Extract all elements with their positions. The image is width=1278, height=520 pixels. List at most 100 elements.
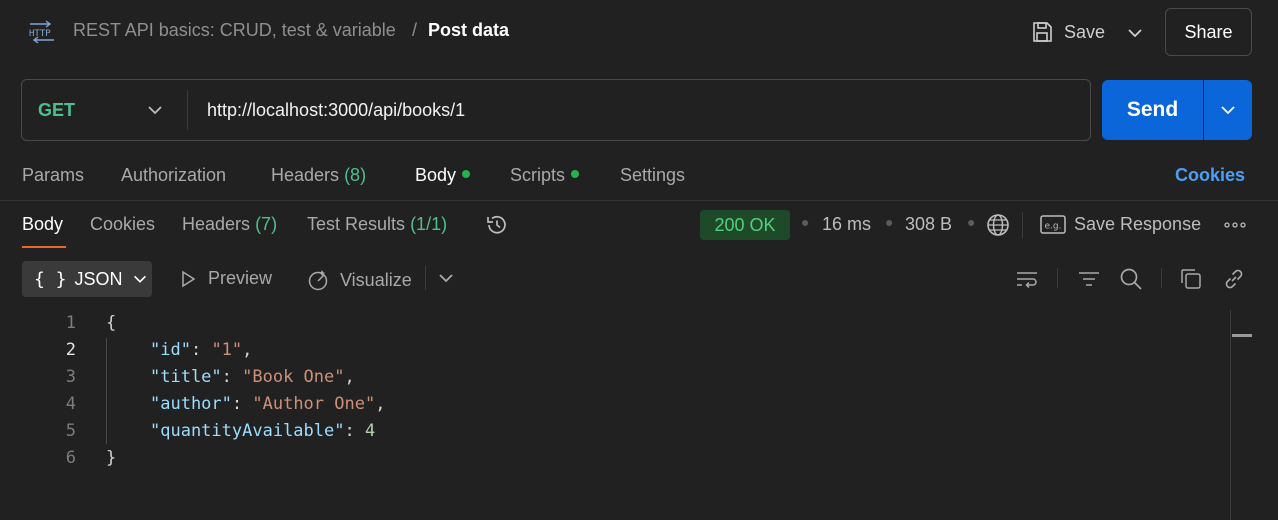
chevron-down-icon[interactable]: [145, 100, 165, 120]
save-response-button[interactable]: Save Response: [1074, 214, 1201, 235]
tab-settings[interactable]: Settings: [620, 165, 685, 186]
globe-icon[interactable]: [985, 212, 1011, 238]
indent-guide: [106, 338, 107, 444]
history-icon[interactable]: [484, 212, 510, 238]
line-number: 4: [65, 394, 76, 414]
meta-separator: ●: [885, 214, 894, 230]
braces-icon: { }: [34, 268, 67, 290]
line-number: 1: [65, 313, 76, 333]
json-key: "author": [150, 394, 232, 414]
json-comma: ,: [242, 340, 253, 360]
tab-body[interactable]: Body: [415, 165, 471, 186]
more-options-icon[interactable]: [1222, 214, 1248, 236]
response-time[interactable]: 16 ms: [822, 214, 871, 235]
json-key: "quantityAvailable": [150, 421, 345, 441]
meta-separator: ●: [801, 214, 810, 230]
svg-text:HTTP: HTTP: [29, 29, 51, 39]
svg-text:e.g.: e.g.: [1045, 222, 1062, 232]
divider: [187, 90, 188, 130]
scrollbar[interactable]: [1230, 310, 1231, 520]
code-line: "author": "Author One",: [150, 394, 385, 414]
tab-label: Test Results: [307, 214, 406, 234]
json-key: "title": [150, 367, 222, 387]
tab-count: (1/1): [410, 214, 448, 234]
tab-label: Authorization: [121, 165, 227, 185]
response-size[interactable]: 308 B: [905, 214, 952, 235]
save-button[interactable]: Save: [1030, 18, 1105, 46]
tab-label: Cookies: [90, 214, 156, 234]
scrollbar-thumb[interactable]: [1232, 334, 1252, 337]
tab-label: Body: [415, 165, 457, 185]
code-line: }: [106, 448, 117, 468]
response-code-view[interactable]: 1 2 3 4 5 6 { "id": "1", "title": "Book …: [0, 310, 1230, 520]
word-wrap-icon[interactable]: [1014, 266, 1040, 292]
chevron-down-icon: [133, 275, 146, 283]
code-line: {: [106, 313, 117, 333]
chevron-down-icon[interactable]: [1124, 22, 1146, 44]
json-key: "id": [150, 340, 191, 360]
code-line: "quantityAvailable": 4: [150, 421, 375, 441]
visualize-label: Visualize: [340, 269, 412, 290]
format-select[interactable]: { } JSON: [22, 261, 152, 297]
json-colon: :: [344, 421, 365, 441]
json-colon: :: [221, 367, 243, 387]
tab-params[interactable]: Params: [22, 165, 84, 186]
chevron-down-icon[interactable]: [436, 268, 456, 288]
example-icon: e.g.: [1040, 215, 1066, 234]
meta-separator: ●: [967, 214, 976, 230]
divider: [1057, 268, 1058, 288]
divider: [1161, 268, 1162, 288]
visualize-button[interactable]: Visualize: [306, 268, 412, 292]
tab-count: (8): [344, 165, 367, 185]
tab-label: Headers: [182, 214, 251, 234]
breadcrumb-separator: /: [412, 20, 418, 40]
method-select[interactable]: GET: [38, 100, 75, 121]
response-tab-cookies[interactable]: Cookies: [90, 214, 155, 235]
play-icon: [182, 270, 196, 287]
divider: [425, 266, 426, 290]
status-badge[interactable]: 200 OK: [700, 210, 790, 240]
response-tab-body[interactable]: Body: [22, 214, 63, 235]
json-colon: :: [190, 340, 212, 360]
line-number: 2: [65, 340, 76, 360]
tab-scripts[interactable]: Scripts: [510, 165, 580, 186]
breadcrumb-parent[interactable]: REST API basics: CRUD, test & variable: [73, 20, 396, 41]
status-dot: [571, 170, 580, 179]
code-line: "title": "Book One",: [150, 367, 355, 387]
line-number: 3: [65, 367, 76, 387]
send-dropdown-button[interactable]: [1204, 80, 1252, 140]
format-label: JSON: [74, 268, 123, 289]
preview-label: Preview: [208, 268, 273, 288]
divider: [0, 200, 1278, 201]
copy-icon[interactable]: [1178, 266, 1204, 292]
response-tab-headers[interactable]: Headers (7): [182, 214, 277, 235]
tab-count: (7): [255, 214, 278, 234]
cookies-link[interactable]: Cookies: [1175, 165, 1245, 186]
json-comma: ,: [344, 367, 355, 387]
tab-authorization[interactable]: Authorization: [121, 165, 226, 186]
link-icon[interactable]: [1221, 266, 1247, 292]
tab-label: Body: [22, 214, 64, 234]
share-button[interactable]: Share: [1165, 8, 1252, 56]
search-icon[interactable]: [1118, 266, 1144, 292]
line-number: 6: [65, 448, 76, 468]
chevron-down-icon: [1221, 106, 1235, 115]
line-number: 5: [65, 421, 76, 441]
code-line: "id": "1",: [150, 340, 252, 360]
preview-button[interactable]: Preview: [178, 268, 272, 289]
active-tab-indicator: [22, 246, 66, 248]
send-button[interactable]: Send: [1102, 80, 1203, 140]
tab-label: Scripts: [510, 165, 566, 185]
response-tab-test-results[interactable]: Test Results (1/1): [307, 214, 447, 235]
save-label: Save: [1064, 21, 1106, 42]
tab-headers[interactable]: Headers (8): [271, 165, 366, 186]
visualize-icon: [308, 270, 328, 291]
url-input[interactable]: [200, 92, 1080, 128]
json-colon: :: [231, 394, 253, 414]
json-value: "1": [211, 340, 243, 360]
json-value: "Book One": [242, 367, 345, 387]
page-title[interactable]: Post data: [428, 20, 509, 41]
divider: [1022, 212, 1023, 238]
status-dot: [462, 170, 471, 179]
filter-icon[interactable]: [1076, 266, 1102, 292]
